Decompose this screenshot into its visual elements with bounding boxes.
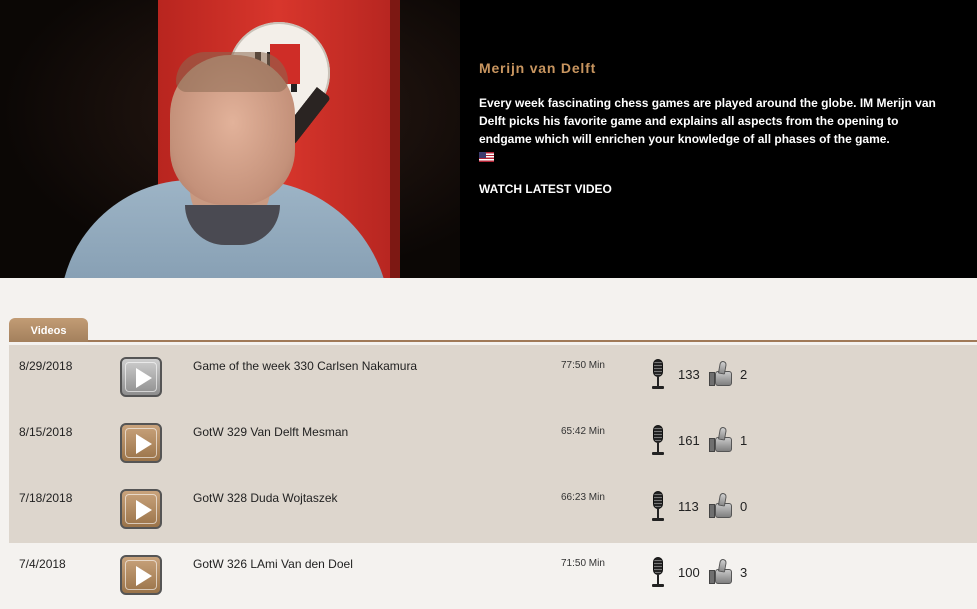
- video-date: 7/4/2018: [19, 557, 66, 571]
- like-count: 2: [740, 367, 748, 382]
- listen-count: 161: [678, 433, 700, 448]
- thumbs-up-icon[interactable]: [709, 360, 733, 387]
- video-duration: 77:50 Min: [561, 360, 605, 371]
- video-title-link[interactable]: GotW 328 Duda Wojtaszek: [193, 491, 338, 505]
- video-date: 8/15/2018: [19, 425, 73, 439]
- video-date: 7/18/2018: [19, 491, 73, 505]
- video-title-link[interactable]: GotW 326 LAmi Van den Doel: [193, 557, 353, 571]
- like-count: 3: [740, 565, 748, 580]
- video-row: 7/4/2018 GotW 326 LAmi Van den Doel 71:5…: [9, 543, 977, 609]
- thumbs-up-icon[interactable]: [709, 426, 733, 453]
- series-description: Every week fascinating chess games are p…: [479, 96, 936, 146]
- us-flag-icon: [479, 152, 494, 162]
- play-button[interactable]: [120, 423, 162, 463]
- play-button[interactable]: [120, 357, 162, 397]
- video-title-link[interactable]: GotW 329 Van Delft Mesman: [193, 425, 348, 439]
- video-row: 7/18/2018 GotW 328 Duda Wojtaszek 66:23 …: [9, 477, 977, 543]
- tab-bar: Videos: [9, 318, 977, 342]
- microphone-icon: [651, 491, 665, 523]
- video-title-link[interactable]: Game of the week 330 Carlsen Nakamura: [193, 359, 417, 373]
- author-photo: [0, 0, 460, 278]
- microphone-icon: [651, 425, 665, 457]
- like-count: 1: [740, 433, 748, 448]
- play-button[interactable]: [120, 489, 162, 529]
- hero-text: Merijn van Delft Every week fascinating …: [479, 60, 939, 198]
- hero-banner: Merijn van Delft Every week fascinating …: [0, 0, 977, 278]
- video-duration: 71:50 Min: [561, 558, 605, 569]
- video-row: 8/29/2018 Game of the week 330 Carlsen N…: [9, 345, 977, 411]
- watch-latest-video-link[interactable]: WATCH LATEST VIDEO: [479, 182, 612, 196]
- thumbs-up-icon[interactable]: [709, 558, 733, 585]
- microphone-icon: [651, 557, 665, 589]
- tab-videos[interactable]: Videos: [9, 318, 88, 342]
- video-row: 8/15/2018 GotW 329 Van Delft Mesman 65:4…: [9, 411, 977, 477]
- microphone-icon: [651, 359, 665, 391]
- listen-count: 100: [678, 565, 700, 580]
- listen-count: 113: [678, 499, 699, 514]
- video-duration: 65:42 Min: [561, 426, 605, 437]
- listen-count: 133: [678, 367, 700, 382]
- like-count: 0: [740, 499, 748, 514]
- video-duration: 66:23 Min: [561, 492, 605, 503]
- play-button[interactable]: [120, 555, 162, 595]
- video-date: 8/29/2018: [19, 359, 73, 373]
- thumbs-up-icon[interactable]: [709, 492, 733, 519]
- author-name: Merijn van Delft: [479, 60, 597, 76]
- video-list: 8/29/2018 Game of the week 330 Carlsen N…: [9, 345, 977, 609]
